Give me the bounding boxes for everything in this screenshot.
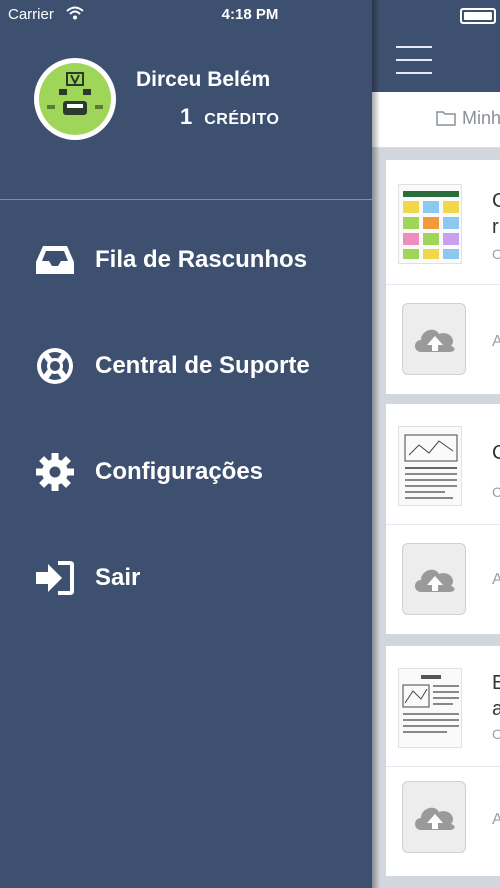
menu-item-support-center[interactable]: Central de Suporte bbox=[0, 326, 372, 406]
upload-button[interactable] bbox=[402, 543, 466, 615]
document-card[interactable]: E a C bbox=[386, 646, 500, 766]
upload-label: Ag bbox=[492, 571, 500, 588]
document-title-line2: a bbox=[492, 698, 500, 720]
document-title: C bbox=[492, 190, 500, 212]
folder-icon bbox=[436, 111, 456, 126]
menu-item-label: Fila de Rascunhos bbox=[95, 246, 308, 273]
credit-summary: 1 CRÉDITO bbox=[180, 104, 279, 130]
battery-icon bbox=[460, 8, 496, 24]
upload-row[interactable]: Ag bbox=[386, 524, 500, 634]
document-subtitle: C bbox=[492, 484, 500, 500]
gear-icon bbox=[36, 453, 74, 491]
document-thumbnail bbox=[398, 184, 462, 264]
document-title: C bbox=[492, 442, 500, 464]
menu-item-settings[interactable]: Configurações bbox=[0, 432, 372, 512]
document-thumbnail bbox=[398, 426, 462, 506]
cloud-upload-icon bbox=[415, 329, 455, 352]
sign-in-arrow-icon bbox=[36, 561, 74, 595]
upload-row[interactable]: Ag bbox=[386, 766, 500, 876]
credit-count: 1 bbox=[180, 104, 193, 129]
drawer-divider bbox=[0, 199, 372, 200]
cloud-upload-icon bbox=[415, 807, 455, 830]
folder-label: Minh bbox=[462, 108, 500, 128]
avatar[interactable] bbox=[34, 58, 116, 140]
document-thumbnail bbox=[398, 668, 462, 748]
document-subtitle: C bbox=[492, 246, 500, 262]
credit-label: CRÉDITO bbox=[204, 111, 280, 128]
upload-label: Ag bbox=[492, 811, 500, 828]
inbox-tray-icon bbox=[36, 246, 74, 274]
document-title-line2: r bbox=[492, 216, 499, 238]
main-content: Minh C r C Ag bbox=[372, 0, 500, 888]
document-card[interactable]: C C bbox=[386, 404, 500, 524]
upload-label: Ag bbox=[492, 333, 500, 350]
robot-avatar-image bbox=[39, 63, 111, 135]
status-time: 4:18 PM bbox=[221, 6, 279, 23]
document-subtitle: C bbox=[492, 726, 500, 742]
side-drawer: Dirceu Belém 1 CRÉDITO Fila de Rascunhos … bbox=[0, 0, 372, 888]
drawer-shadow bbox=[372, 0, 380, 888]
upload-button[interactable] bbox=[402, 303, 466, 375]
menu-item-sign-out[interactable]: Sair bbox=[0, 538, 372, 618]
lifebuoy-icon bbox=[37, 348, 73, 384]
upload-row[interactable]: Ag bbox=[386, 284, 500, 394]
user-name: Dirceu Belém bbox=[136, 68, 271, 91]
cloud-upload-icon bbox=[415, 569, 455, 592]
battery-level bbox=[464, 12, 492, 20]
hamburger-menu-icon[interactable] bbox=[396, 46, 432, 74]
upload-button[interactable] bbox=[402, 781, 466, 853]
status-bar: Carrier 4:18 PM bbox=[0, 0, 500, 30]
menu-item-label: Configurações bbox=[95, 458, 264, 485]
menu-item-drafts-queue[interactable]: Fila de Rascunhos bbox=[0, 220, 372, 300]
document-title: E bbox=[492, 672, 500, 694]
menu-item-label: Central de Suporte bbox=[95, 352, 310, 379]
menu-item-label: Sair bbox=[95, 564, 141, 591]
document-card[interactable]: C r C bbox=[386, 160, 500, 284]
